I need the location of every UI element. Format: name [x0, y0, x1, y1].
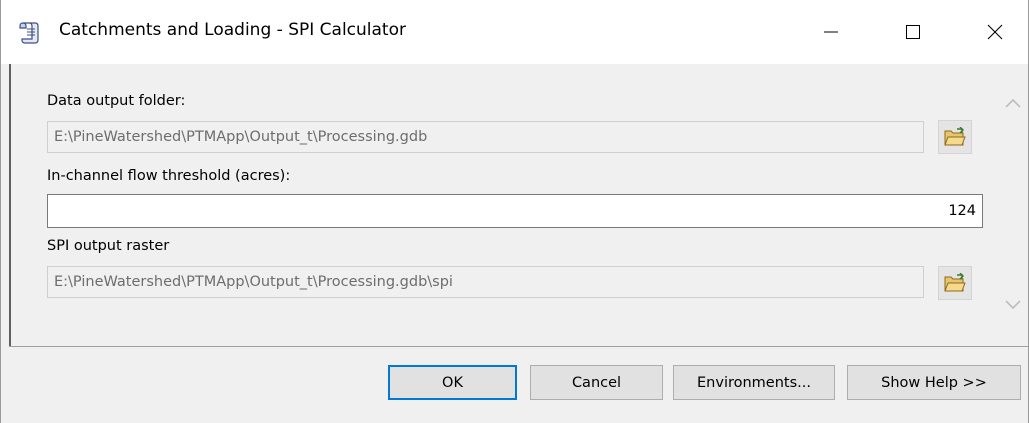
environments-button[interactable]: Environments... — [673, 365, 835, 400]
show-help-button[interactable]: Show Help >> — [847, 365, 1021, 400]
ok-button[interactable]: OK — [388, 365, 517, 400]
spi-output-raster-field[interactable]: E:\PineWatershed\PTMApp\Output_t\Process… — [47, 266, 924, 298]
data-output-folder-field[interactable]: E:\PineWatershed\PTMApp\Output_t\Process… — [47, 121, 924, 153]
folder-open-icon — [944, 273, 966, 292]
close-button[interactable] — [959, 0, 1029, 64]
tool-dialog: Catchments and Loading - SPI Calculator … — [0, 0, 1029, 423]
window-title: Catchments and Loading - SPI Calculator — [59, 20, 406, 40]
maximize-button[interactable] — [877, 0, 949, 64]
spi-output-raster-label: SPI output raster — [47, 238, 170, 254]
data-output-folder-browse-button[interactable] — [938, 120, 972, 154]
minimize-icon — [824, 31, 838, 33]
title-bar: Catchments and Loading - SPI Calculator — [1, 0, 1028, 64]
close-icon — [987, 24, 1003, 40]
scroll-up-arrow-icon[interactable] — [1003, 96, 1023, 110]
folder-open-icon — [944, 127, 966, 146]
flow-threshold-input[interactable]: 124 — [47, 194, 983, 228]
scroll-down-arrow-icon[interactable] — [1003, 298, 1023, 312]
parameters-panel: Data output folder: E:\PineWatershed\PTM… — [9, 64, 1028, 346]
flow-threshold-label: In-channel flow threshold (acres): — [47, 168, 291, 184]
minimize-button[interactable] — [795, 0, 867, 64]
maximize-icon — [906, 25, 920, 39]
data-output-folder-label: Data output folder: — [47, 93, 186, 109]
cancel-button[interactable]: Cancel — [530, 365, 663, 400]
spi-output-raster-browse-button[interactable] — [938, 266, 972, 300]
script-tool-icon — [19, 20, 41, 44]
